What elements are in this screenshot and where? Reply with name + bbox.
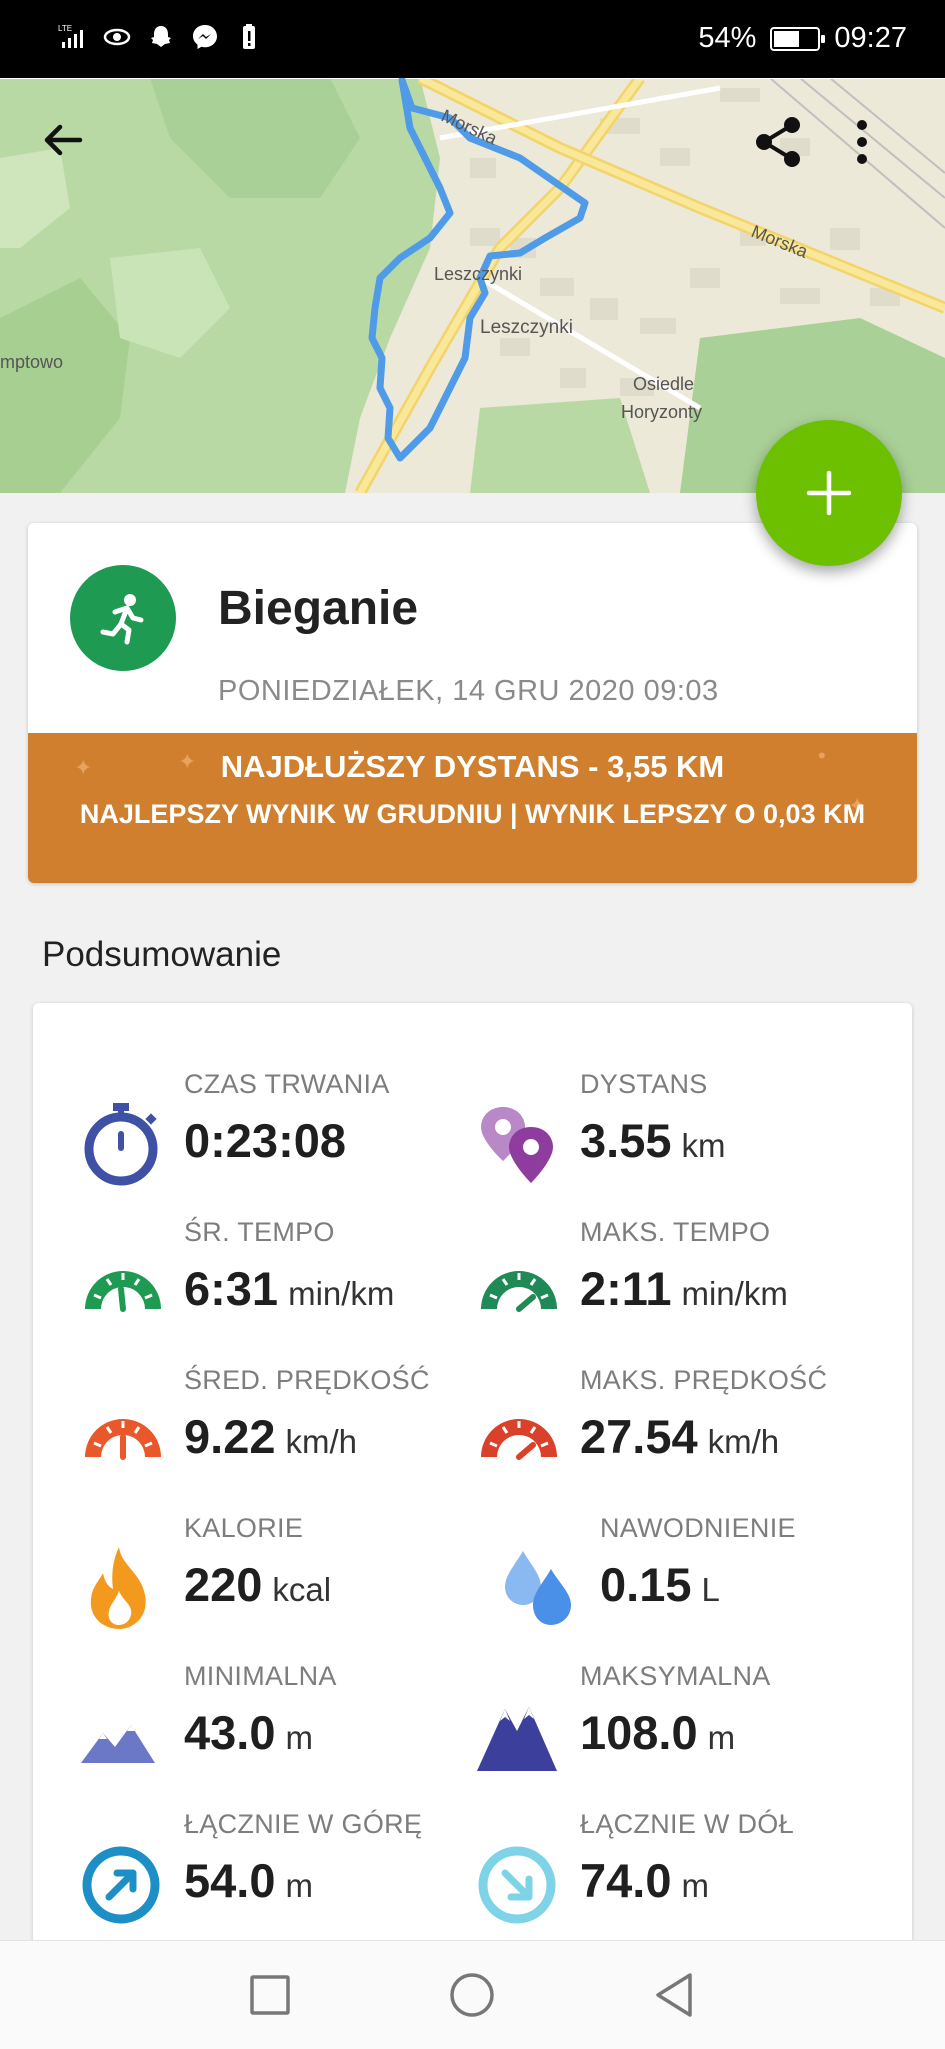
recents-square-icon[interactable]	[242, 1967, 298, 2023]
activity-card: Bieganie PONIEDZIAŁEK, 14 GRU 2020 09:03…	[28, 523, 917, 883]
stat-value: 108.0	[580, 1706, 698, 1759]
activity-type-badge	[70, 565, 176, 671]
stat-label: NAWODNIENIE	[600, 1513, 796, 1543]
stat-unit: min/km	[288, 1275, 395, 1312]
stat-value: 2:11	[580, 1262, 672, 1315]
stat-label: ŁĄCZNIE W DÓŁ	[580, 1809, 794, 1839]
max-speed-gauge-icon	[481, 1419, 557, 1460]
stat-value: 6:31	[184, 1262, 279, 1315]
battery-icon	[770, 26, 826, 51]
back-triangle-icon[interactable]	[646, 1967, 702, 2023]
stat-hydration: NAWODNIENIE 0.15 L	[495, 1513, 915, 1633]
stat-unit: kcal	[272, 1571, 332, 1608]
stat-max-elevation: MAKSYMALNA 108.0 m	[475, 1661, 895, 1781]
add-button[interactable]	[756, 420, 902, 566]
stat-max-speed: MAKS. PRĘDKOŚĆ 27.54 km/h	[475, 1365, 895, 1485]
stat-value: 74.0	[580, 1854, 672, 1907]
summary-heading: Podsumowanie	[42, 935, 282, 974]
stat-label: MAKS. TEMPO	[580, 1217, 771, 1247]
stat-avg-speed: ŚRED. PRĘDKOŚĆ 9.22 km/h	[79, 1365, 499, 1485]
stat-calories: KALORIE 220 kcal	[79, 1513, 499, 1633]
stat-value: 0.15	[600, 1558, 692, 1611]
stat-unit: km/h	[285, 1423, 357, 1460]
stat-label: DYSTANS	[580, 1069, 708, 1099]
stat-distance: DYSTANS 3.55 km	[475, 1069, 895, 1189]
eye-icon	[103, 28, 131, 46]
stat-value: 54.0	[184, 1854, 276, 1907]
achievement-banner[interactable]: ✦ ✦ • ✦ NAJDŁUŻSZY DYSTANS - 3,55 KM NAJ…	[28, 733, 917, 883]
descent-arrow-icon	[478, 1846, 556, 1924]
status-icons-right: 54% 09:27	[698, 22, 907, 55]
snapchat-icon	[151, 26, 171, 47]
battery-alert-icon	[243, 24, 255, 49]
max-tempo-gauge-icon	[481, 1271, 557, 1312]
svg-text:LTE: LTE	[58, 24, 72, 33]
signal-icon: LTE	[58, 24, 83, 48]
stat-label: ŁĄCZNIE W GÓRĘ	[184, 1809, 423, 1839]
water-drops-icon	[505, 1551, 571, 1625]
stat-label: MAKSYMALNA	[580, 1661, 771, 1691]
stat-label: ŚR. TEMPO	[184, 1217, 335, 1247]
achievement-title: NAJDŁUŻSZY DYSTANS - 3,55 KM	[220, 749, 725, 784]
activity-title: Bieganie	[218, 582, 419, 635]
map-label-area: mptowo	[0, 352, 63, 372]
low-mountains-icon	[81, 1725, 155, 1763]
stat-total-descent: ŁĄCZNIE W DÓŁ 74.0 m	[475, 1809, 895, 1929]
stat-label: MINIMALNA	[184, 1661, 337, 1691]
stat-unit: km/h	[707, 1423, 780, 1460]
stat-unit: m	[285, 1867, 313, 1904]
stat-duration: CZAS TRWANIA 0:23:08	[79, 1069, 499, 1189]
plus-icon	[806, 470, 852, 516]
system-nav-bar	[0, 1940, 945, 2049]
summary-card: CZAS TRWANIA 0:23:08 DYSTANS 3.55 km ŚR. …	[33, 1003, 912, 2003]
more-vert-icon	[857, 120, 867, 164]
stat-value: 3.55	[580, 1114, 672, 1167]
activity-date: PONIEDZIAŁEK, 14 GRU 2020 09:03	[218, 675, 719, 707]
stopwatch-icon	[84, 1103, 158, 1186]
stat-label: MAKS. PRĘDKOŚĆ	[580, 1365, 828, 1395]
stat-value: 27.54	[580, 1410, 698, 1463]
more-options-button[interactable]	[852, 115, 922, 185]
flame-icon	[90, 1547, 146, 1629]
stat-unit: m	[681, 1867, 709, 1904]
stat-max-tempo: MAKS. TEMPO 2:11 min/km	[475, 1217, 895, 1337]
back-button[interactable]	[38, 115, 108, 185]
stat-label: CZAS TRWANIA	[184, 1069, 390, 1099]
stat-label: ŚRED. PRĘDKOŚĆ	[184, 1365, 430, 1395]
map-label-district: Leszczynki	[480, 317, 573, 338]
location-pins-icon	[481, 1107, 553, 1183]
messenger-icon	[193, 25, 217, 49]
stat-label: KALORIE	[184, 1513, 304, 1543]
stat-total-ascent: ŁĄCZNIE W GÓRĘ 54.0 m	[79, 1809, 499, 1929]
stat-unit: km	[681, 1127, 726, 1164]
status-bar: LTE 54% 09:27	[0, 0, 945, 78]
stat-value: 220	[184, 1558, 263, 1611]
back-arrow-icon	[44, 124, 83, 156]
achievement-subtitle: NAJLEPSZY WYNIK W GRUDNIU | WYNIK LEPSZY…	[79, 799, 866, 829]
tempo-gauge-icon	[85, 1271, 161, 1312]
speed-gauge-icon	[85, 1419, 161, 1460]
stat-value: 9.22	[184, 1410, 276, 1463]
stat-min-elevation: MINIMALNA 43.0 m	[79, 1661, 499, 1781]
status-icons-left: LTE	[58, 22, 264, 52]
battery-percent: 54%	[698, 22, 757, 54]
map-label-district: Leszczynki	[434, 264, 522, 284]
high-mountains-icon	[477, 1707, 557, 1771]
stat-unit: m	[707, 1719, 736, 1756]
stat-unit: L	[701, 1571, 720, 1608]
home-circle-icon[interactable]	[444, 1967, 500, 2023]
stat-unit: min/km	[681, 1275, 788, 1312]
map-label-estate: Osiedle	[633, 374, 694, 394]
stat-avg-tempo: ŚR. TEMPO 6:31 min/km	[79, 1217, 499, 1337]
share-icon	[756, 117, 800, 167]
running-icon	[100, 594, 144, 645]
map-label-estate: Horyzonty	[621, 402, 702, 422]
clock: 09:27	[834, 22, 907, 54]
ascent-arrow-icon	[82, 1846, 160, 1924]
stat-value: 0:23:08	[184, 1114, 346, 1167]
share-button[interactable]	[752, 115, 822, 185]
stat-unit: m	[285, 1719, 313, 1756]
stat-value: 43.0	[184, 1706, 276, 1759]
